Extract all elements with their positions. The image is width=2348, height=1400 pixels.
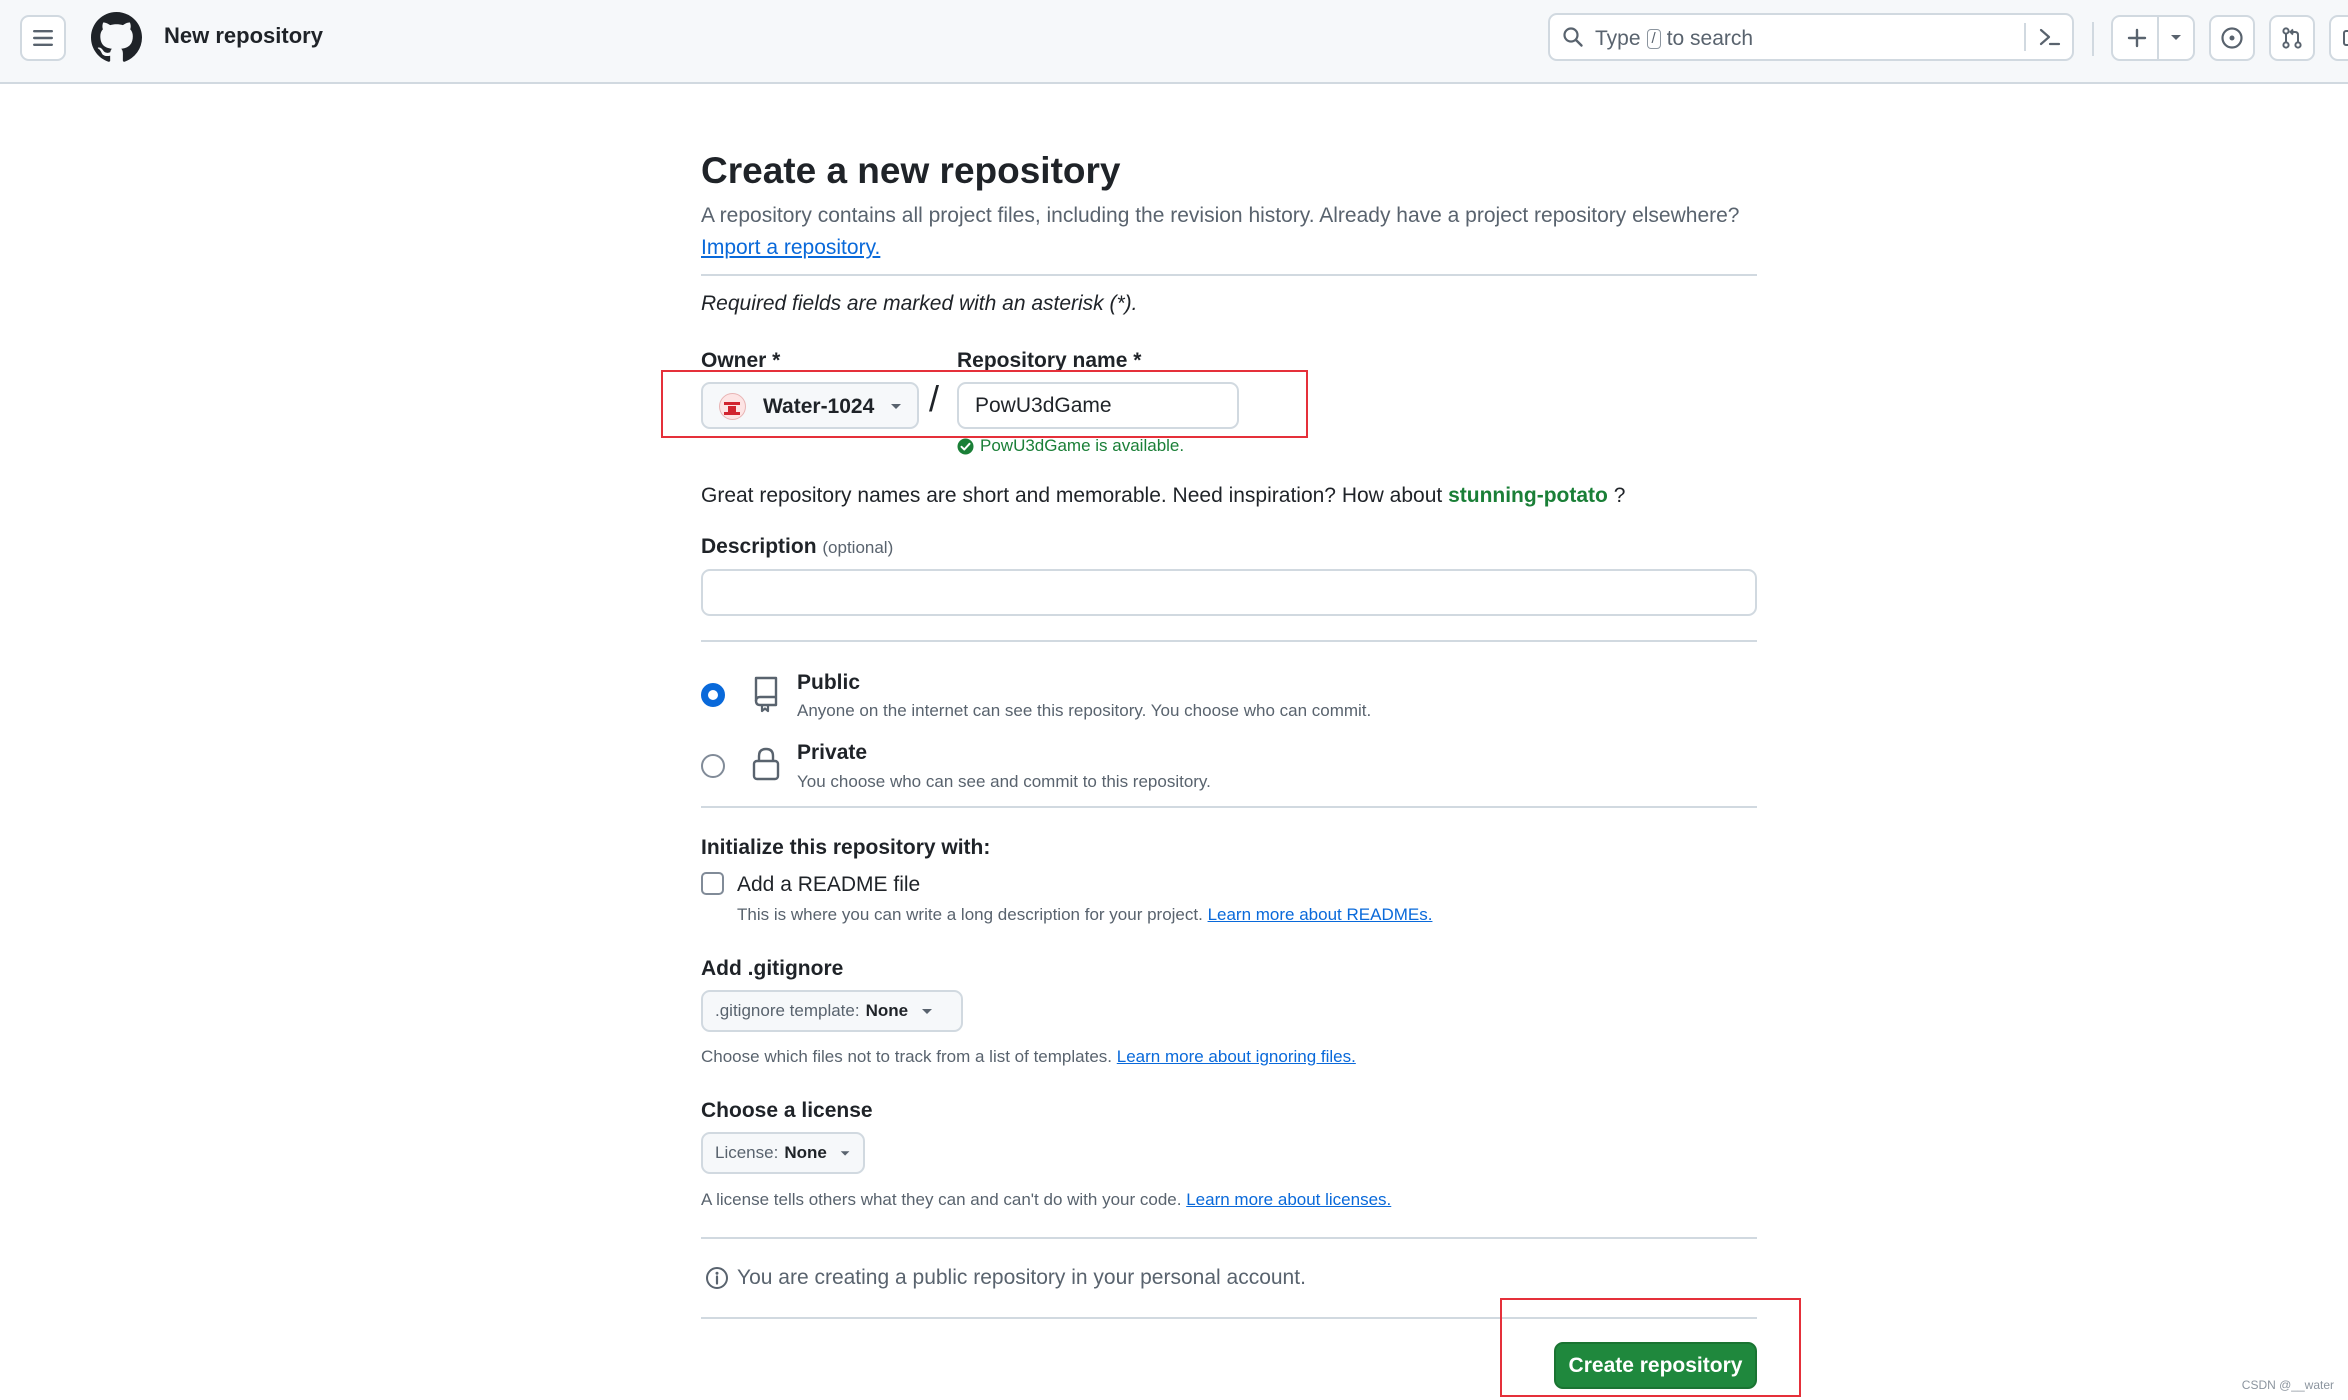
availability-message: PowU3dGame is available.	[957, 436, 1184, 456]
issues-button[interactable]	[2209, 15, 2255, 61]
required-fields-note: Required fields are marked with an aster…	[701, 292, 1138, 315]
hamburger-icon	[33, 30, 53, 46]
license-select[interactable]: License: None	[701, 1132, 865, 1174]
divider	[701, 806, 1757, 808]
name-suggestion: Great repository names are short and mem…	[701, 484, 1625, 508]
annotation-highlight-box	[661, 370, 1308, 438]
description-label-text: Description	[701, 535, 817, 558]
plus-icon	[2127, 28, 2147, 48]
info-icon	[706, 1267, 728, 1289]
suggestion-suffix: ?	[1613, 484, 1626, 507]
terminal-icon[interactable]	[2038, 26, 2062, 48]
private-description: You choose who can see and commit to thi…	[797, 772, 1211, 791]
search-suffix: to search	[1666, 27, 1754, 50]
search-input[interactable]: Type / to search	[1548, 13, 2074, 61]
suggested-name[interactable]: stunning-potato	[1448, 484, 1608, 507]
create-button-divider	[2157, 17, 2159, 59]
readme-help: This is where you can write a long descr…	[737, 905, 1432, 925]
search-icon	[1563, 27, 1583, 47]
optional-hint: (optional)	[822, 538, 894, 557]
public-repo-notice: You are creating a public repository in …	[705, 1266, 1306, 1290]
notice-text: You are creating a public repository in …	[737, 1266, 1306, 1289]
divider	[701, 1237, 1757, 1239]
description-label: Description (optional)	[701, 535, 893, 559]
initialize-heading: Initialize this repository with:	[701, 836, 991, 859]
import-repository-link[interactable]: Import a repository.	[701, 236, 880, 260]
gitignore-heading: Add .gitignore	[701, 957, 844, 980]
license-help: A license tells others what they can and…	[701, 1190, 1391, 1210]
watermark: CSDN @__water	[2241, 1378, 2334, 1392]
search-prefix: Type	[1595, 27, 1641, 50]
pull-requests-button[interactable]	[2269, 15, 2315, 61]
page-subtitle: A repository contains all project files,…	[701, 204, 1740, 227]
caret-down-icon	[922, 1009, 933, 1014]
private-radio[interactable]	[701, 754, 725, 778]
search-shortcut-key: /	[1646, 29, 1661, 49]
description-input[interactable]	[701, 569, 1757, 616]
availability-text: PowU3dGame is available.	[980, 436, 1185, 455]
search-placeholder: Type / to search	[1595, 27, 1753, 51]
readme-help-text: This is where you can write a long descr…	[737, 905, 1203, 924]
license-select-value: None	[784, 1143, 827, 1162]
search-divider	[2024, 23, 2026, 51]
header-divider	[2092, 22, 2094, 56]
divider	[701, 640, 1757, 642]
divider	[701, 274, 1757, 276]
public-radio[interactable]	[701, 683, 725, 707]
check-circle-icon	[957, 438, 974, 454]
inbox-button[interactable]	[2329, 15, 2348, 61]
gitignore-help-text: Choose which files not to track from a l…	[701, 1047, 1113, 1066]
create-new-button[interactable]	[2111, 15, 2195, 61]
page-title: Create a new repository	[701, 150, 1121, 191]
create-repository-button[interactable]: Create repository	[1554, 1342, 1757, 1389]
license-learn-more-link[interactable]: Learn more about licenses.	[1186, 1190, 1391, 1209]
readme-checkbox[interactable]	[701, 872, 724, 895]
menu-button[interactable]	[20, 15, 66, 61]
license-select-prefix: License:	[715, 1143, 779, 1162]
public-description: Anyone on the internet can see this repo…	[797, 701, 1372, 720]
license-help-text: A license tells others what they can and…	[701, 1190, 1182, 1209]
context-title[interactable]: New repository	[164, 23, 323, 49]
pull-requests-icon	[2282, 27, 2302, 49]
gitignore-help: Choose which files not to track from a l…	[701, 1047, 1356, 1067]
suggestion-prefix: Great repository names are short and mem…	[701, 484, 1443, 507]
readme-learn-more-link[interactable]: Learn more about READMEs.	[1208, 905, 1433, 924]
github-logo[interactable]	[91, 12, 142, 63]
public-title: Public	[797, 671, 861, 694]
gitignore-select-value: None	[865, 1001, 909, 1020]
lock-icon	[752, 747, 780, 781]
issues-icon	[2221, 27, 2243, 49]
caret-down-icon	[840, 1151, 850, 1156]
caret-down-icon	[2171, 35, 2181, 40]
license-heading: Choose a license	[701, 1099, 873, 1122]
repo-icon	[754, 676, 778, 713]
global-header: New repository Type / to search	[0, 0, 2348, 84]
readme-label[interactable]: Add a README file	[737, 873, 920, 897]
gitignore-template-select[interactable]: .gitignore template: None	[701, 990, 963, 1032]
gitignore-learn-more-link[interactable]: Learn more about ignoring files.	[1117, 1047, 1356, 1066]
gitignore-select-prefix: .gitignore template:	[715, 1001, 860, 1020]
inbox-icon	[2343, 30, 2348, 46]
private-title: Private	[797, 741, 868, 764]
